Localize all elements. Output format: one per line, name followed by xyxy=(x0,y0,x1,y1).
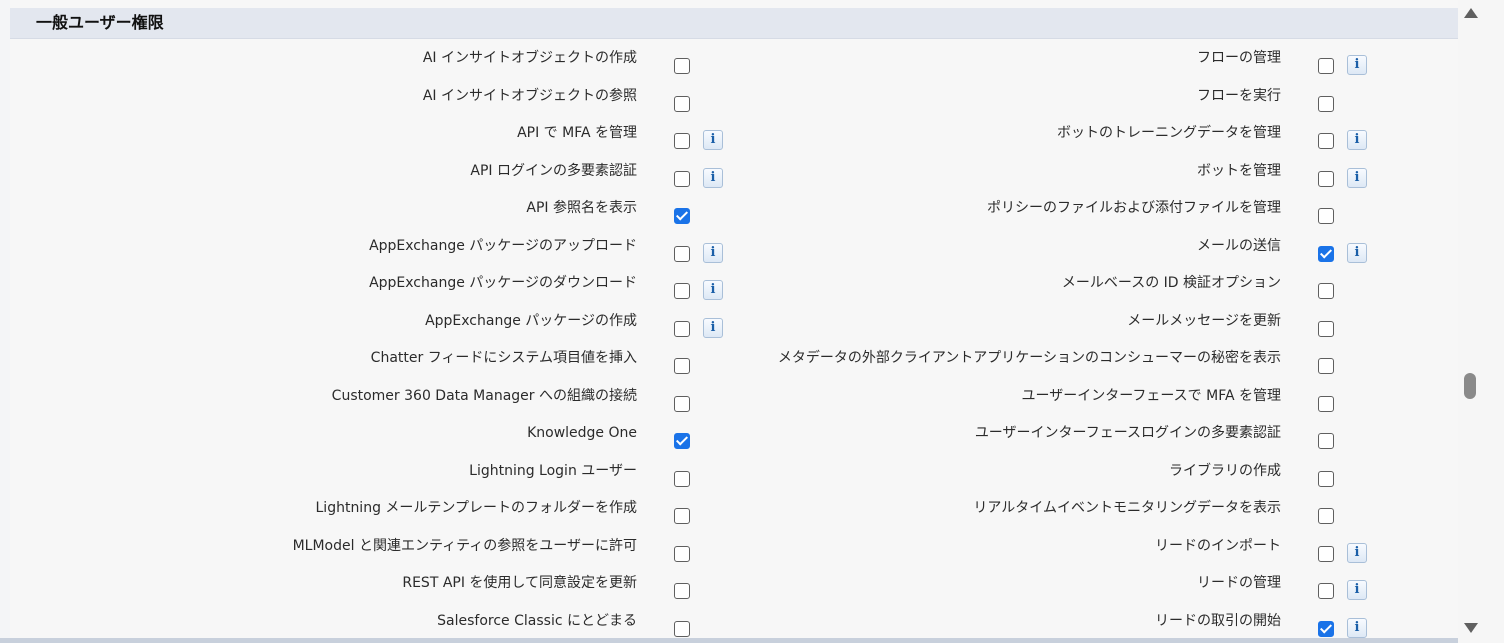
permission-label: ボットのトレーニングデータを管理 xyxy=(1057,125,1281,141)
permission-label: リードの取引の開始 xyxy=(1155,612,1281,629)
permission-label: ポリシーのファイルおよび添付ファイルを管理 xyxy=(987,200,1281,216)
permission-label: リアルタイムイベントモニタリングデータを表示 xyxy=(973,500,1281,516)
permission-row: リードのインポート i xyxy=(0,533,1458,570)
permission-label: フローの管理 xyxy=(1197,50,1281,66)
permission-checkbox[interactable] xyxy=(1318,583,1334,599)
permission-checkbox[interactable] xyxy=(1318,358,1334,374)
info-icon[interactable]: i xyxy=(1347,617,1367,638)
permission-row: リードの管理 i xyxy=(0,570,1458,607)
permission-row: メールベースの ID 検証オプション xyxy=(0,270,1458,307)
info-icon[interactable]: i xyxy=(1347,130,1367,150)
info-icon[interactable]: i xyxy=(1347,167,1367,188)
permission-label: フローを実行 xyxy=(1197,87,1281,104)
permissions-page: 一般ユーザー権限 AI インサイトオブジェクトの作成 AI インサイトオブジェクト… xyxy=(0,0,1458,643)
permission-checkbox[interactable] xyxy=(1318,508,1334,524)
scroll-up-arrow-icon[interactable] xyxy=(1464,8,1478,18)
permission-row: ユーザーインターフェースで MFA を管理 xyxy=(0,383,1458,420)
permission-row: ポリシーのファイルおよび添付ファイルを管理 xyxy=(0,195,1458,232)
permission-checkbox[interactable] xyxy=(1318,58,1334,74)
permission-checkbox[interactable] xyxy=(1318,170,1334,187)
section-header: 一般ユーザー権限 xyxy=(10,8,1458,39)
permission-label: リードの管理 xyxy=(1197,575,1281,591)
scroll-down-arrow-icon[interactable] xyxy=(1464,623,1478,633)
permission-row: メールメッセージを更新 xyxy=(0,308,1458,345)
permission-checkbox[interactable] xyxy=(1318,433,1334,449)
permission-row: フローを実行 xyxy=(0,83,1458,120)
permission-checkbox[interactable] xyxy=(1318,133,1334,149)
permission-row: ユーザーインターフェースログインの多要素認証 xyxy=(0,420,1458,457)
permission-checkbox[interactable] xyxy=(1318,470,1334,487)
permission-label: メタデータの外部クライアントアプリケーションのコンシューマーの秘密を表示 xyxy=(777,350,1281,366)
permission-label: ユーザーインターフェースで MFA を管理 xyxy=(1021,387,1281,404)
permission-checkbox[interactable] xyxy=(1318,95,1334,112)
permission-row: メタデータの外部クライアントアプリケーションのコンシューマーの秘密を表示 xyxy=(0,345,1458,382)
info-icon[interactable]: i xyxy=(1347,542,1367,563)
permission-row: ライブラリの作成 xyxy=(0,458,1458,495)
permission-label: ボットを管理 xyxy=(1197,162,1281,179)
permission-checkbox[interactable] xyxy=(1318,620,1334,637)
permission-label: ユーザーインターフェースログインの多要素認証 xyxy=(974,425,1281,441)
vertical-scrollbar[interactable] xyxy=(1458,0,1504,643)
permission-checkbox[interactable] xyxy=(1318,283,1334,299)
permission-row: ボットを管理 i xyxy=(0,158,1458,195)
permission-checkbox[interactable] xyxy=(1318,395,1334,412)
permission-checkbox[interactable] xyxy=(1318,320,1334,337)
bottom-border xyxy=(0,638,1458,643)
info-icon[interactable]: i xyxy=(1347,55,1367,75)
permission-checkbox[interactable] xyxy=(1318,245,1334,262)
info-icon[interactable]: i xyxy=(1347,242,1367,263)
permission-checkbox[interactable] xyxy=(1318,208,1334,224)
section-title: 一般ユーザー権限 xyxy=(36,13,164,32)
permission-row: フローの管理 i xyxy=(0,45,1458,82)
permission-label: メールメッセージを更新 xyxy=(1127,312,1281,329)
permission-label: メールの送信 xyxy=(1197,237,1281,254)
permission-row: メールの送信 i xyxy=(0,233,1458,270)
permission-row: ボットのトレーニングデータを管理 i xyxy=(0,120,1458,157)
permission-checkbox[interactable] xyxy=(1318,545,1334,562)
scroll-thumb[interactable] xyxy=(1464,373,1476,399)
permission-label: リードのインポート xyxy=(1155,537,1281,554)
info-icon[interactable]: i xyxy=(1347,580,1367,600)
permission-label: メールベースの ID 検証オプション xyxy=(1061,275,1281,291)
permission-label: ライブラリの作成 xyxy=(1169,462,1281,479)
permission-row: リアルタイムイベントモニタリングデータを表示 xyxy=(0,495,1458,532)
